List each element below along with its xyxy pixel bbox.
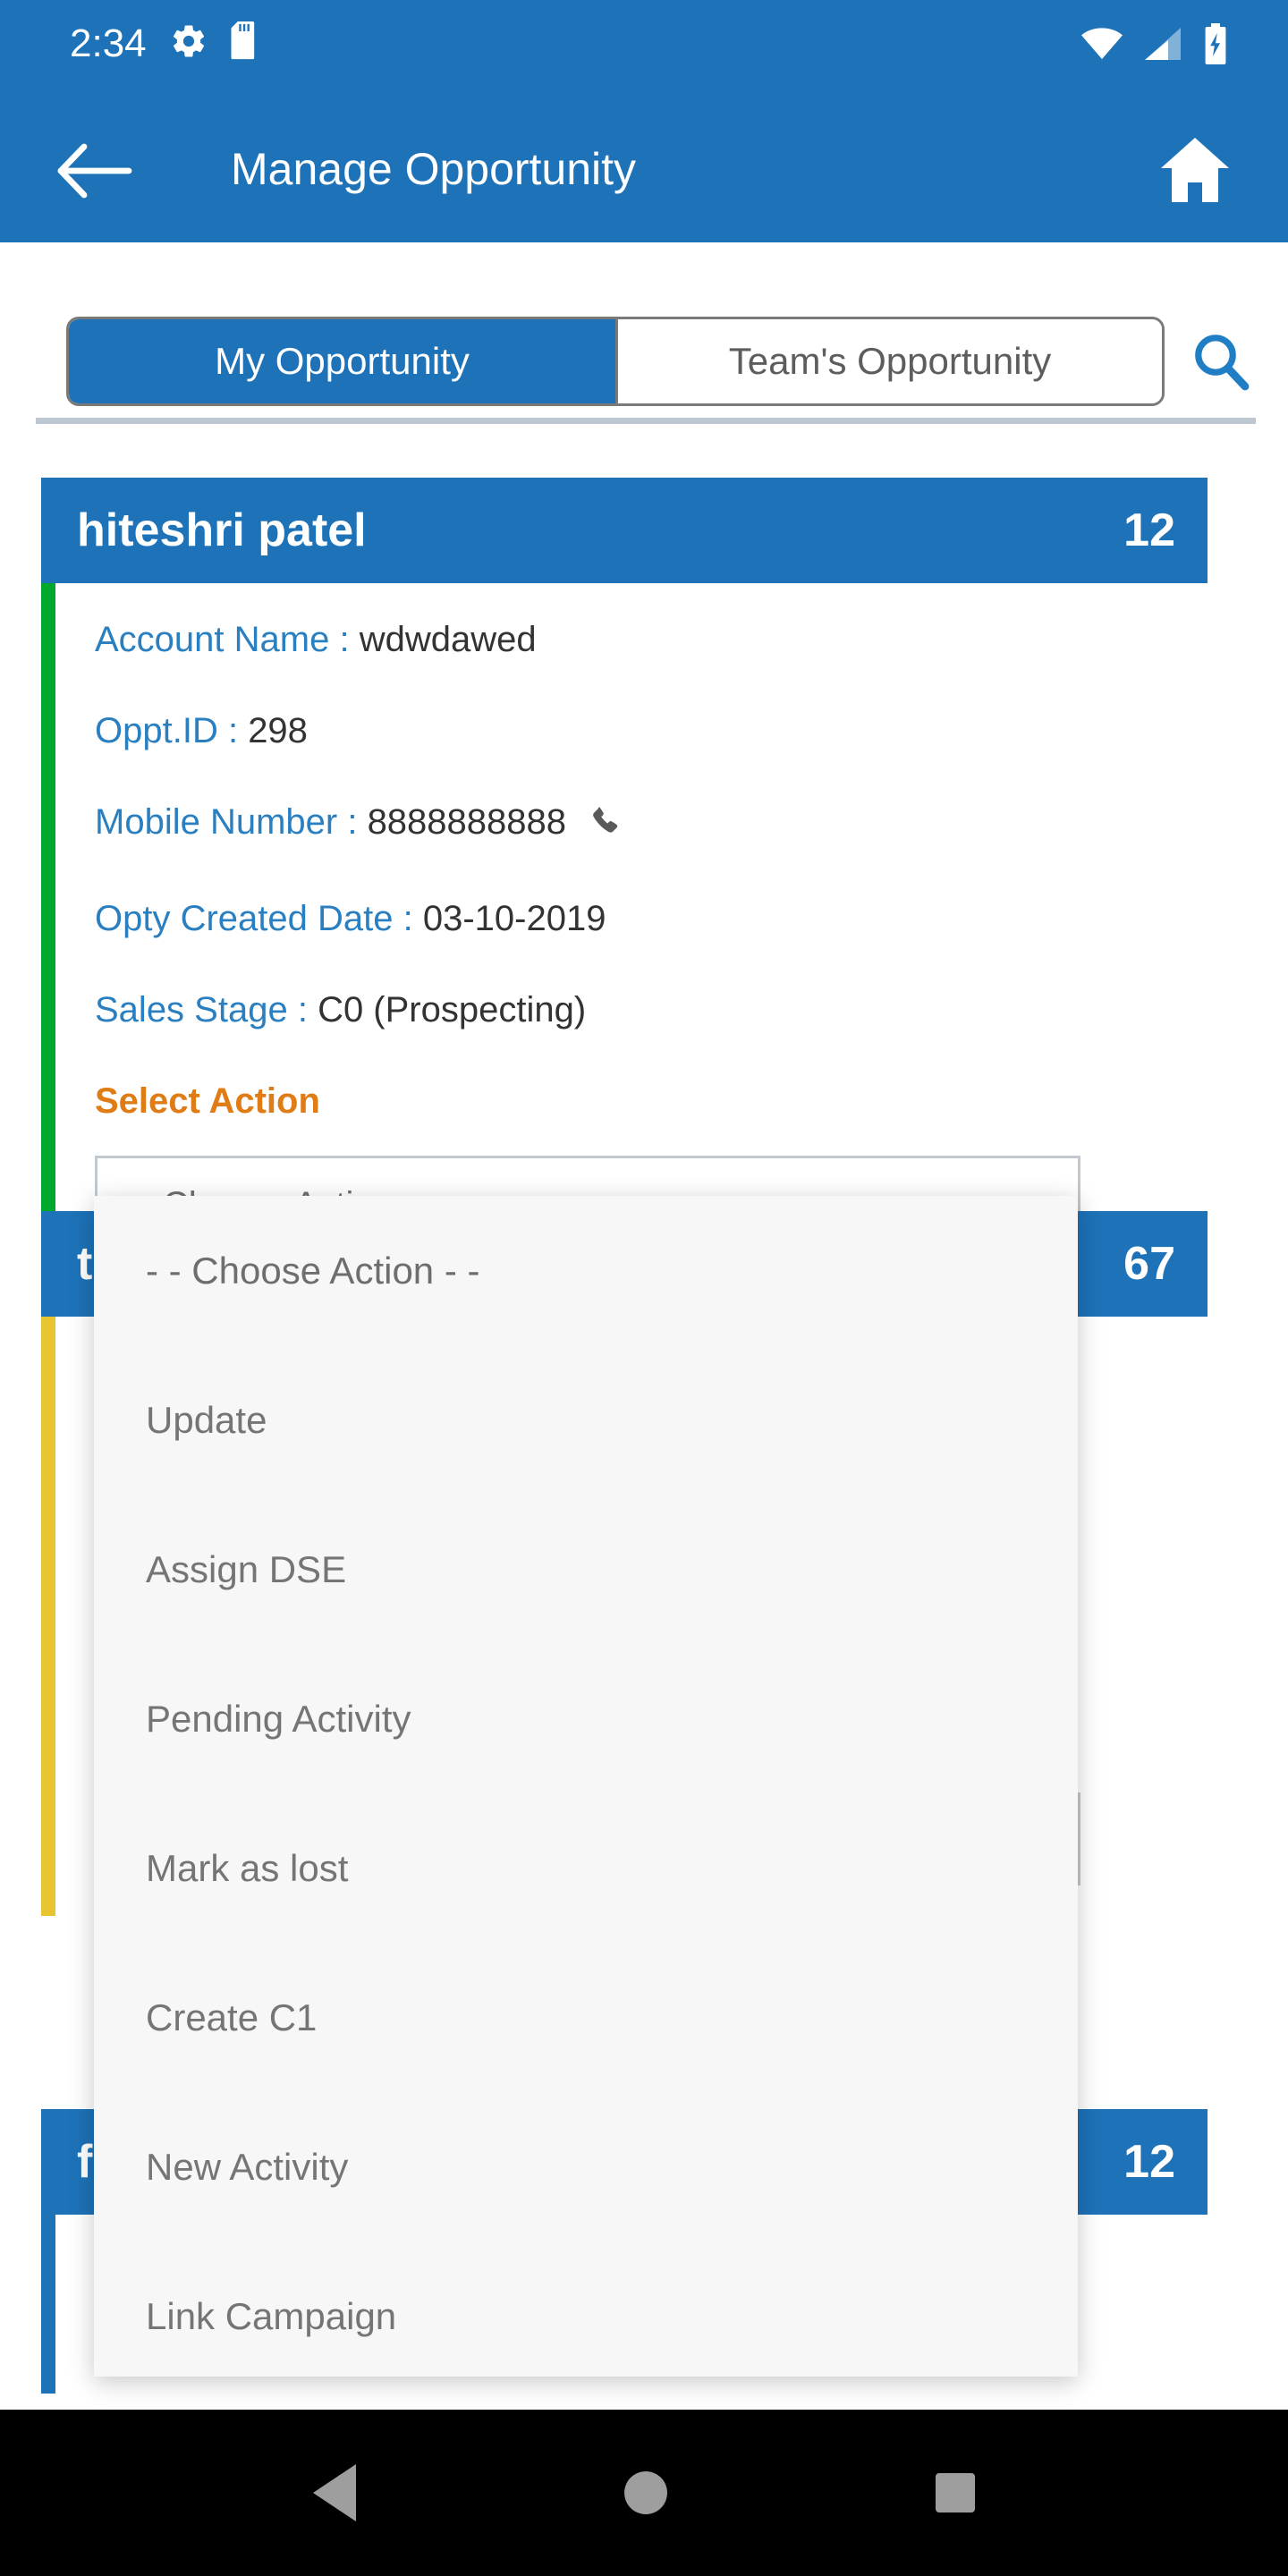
- field-sales-stage: Sales Stage : C0 (Prospecting): [95, 986, 1208, 1034]
- wifi-icon: [1080, 26, 1123, 66]
- field-label: Oppt.ID :: [95, 711, 239, 750]
- select-action-heading: Select Action: [95, 1081, 320, 1121]
- status-bar: 2:34: [0, 0, 1288, 97]
- field-oppt-id: Oppt.ID : 298: [95, 707, 1208, 755]
- dropdown-item-create-c1[interactable]: Create C1: [94, 1943, 1078, 2092]
- dropdown-item-update[interactable]: Update: [94, 1345, 1078, 1495]
- tab-my-opportunity-label: My Opportunity: [215, 340, 470, 382]
- nav-back-icon[interactable]: [313, 2464, 356, 2521]
- card-title: t: [77, 1238, 93, 1290]
- dropdown-item-new-activity[interactable]: New Activity: [94, 2092, 1078, 2241]
- card-body: Account Name : wdwdawed Oppt.ID : 298 Mo…: [41, 583, 1208, 1275]
- tab-my-opportunity[interactable]: My Opportunity: [69, 319, 615, 403]
- search-icon[interactable]: [1190, 332, 1250, 393]
- home-icon[interactable]: [1157, 134, 1233, 206]
- card-count-badge: 67: [1123, 1238, 1175, 1290]
- android-navigation-bar: [0, 2410, 1288, 2576]
- opportunity-card[interactable]: hiteshri patel 12 Account Name : wdwdawe…: [41, 478, 1208, 1275]
- dropdown-item-pending-activity[interactable]: Pending Activity: [94, 1644, 1078, 1793]
- dropdown-item-link-campaign[interactable]: Link Campaign: [94, 2241, 1078, 2377]
- status-clock: 2:34: [70, 21, 147, 65]
- field-value: 298: [248, 711, 308, 750]
- card-count-badge: 12: [1123, 504, 1175, 556]
- nav-buttons: [0, 2410, 1288, 2576]
- dropdown-item-choose-action[interactable]: - - Choose Action - -: [94, 1196, 1078, 1345]
- field-opty-created-date: Opty Created Date : 03-10-2019: [95, 894, 1208, 943]
- tab-divider: [36, 418, 1256, 424]
- field-value: wdwdawed: [359, 620, 537, 659]
- app-bar: Manage Opportunity: [0, 97, 1288, 242]
- card-accent-bar: [41, 583, 55, 1275]
- field-label: Opty Created Date :: [95, 899, 413, 938]
- tab-row: My Opportunity Team's Opportunity: [0, 242, 1288, 435]
- card-count-badge: 12: [1123, 2136, 1175, 2188]
- nav-home-icon[interactable]: [624, 2471, 667, 2514]
- dropdown-item-mark-as-lost[interactable]: Mark as lost: [94, 1793, 1078, 1943]
- field-label: Mobile Number :: [95, 802, 358, 842]
- card-accent-bar: [41, 2215, 55, 2394]
- phone-screen: 2:34 Manage Opportunity My Opportunity T…: [0, 0, 1288, 2576]
- page-title: Manage Opportunity: [231, 144, 637, 194]
- action-dropdown-menu[interactable]: - - Choose Action - - Update Assign DSE …: [94, 1196, 1078, 2377]
- back-arrow-icon[interactable]: [55, 141, 132, 200]
- field-account-name: Account Name : wdwdawed: [95, 615, 1208, 664]
- card-header[interactable]: hiteshri patel 12: [41, 478, 1208, 583]
- card-title: f: [77, 2136, 93, 2188]
- field-mobile-number: Mobile Number : 8888888888: [95, 798, 1208, 852]
- battery-charging-icon: [1202, 23, 1229, 69]
- field-label: Account Name :: [95, 620, 350, 659]
- status-bar-right: [1080, 23, 1229, 69]
- card-accent-bar: [41, 1317, 55, 1916]
- opportunity-segmented-control: My Opportunity Team's Opportunity: [66, 317, 1165, 406]
- phone-icon[interactable]: [589, 803, 624, 852]
- field-value: 8888888888: [367, 802, 567, 842]
- dropdown-item-assign-dse[interactable]: Assign DSE: [94, 1495, 1078, 1644]
- signal-icon: [1143, 26, 1182, 66]
- nav-recents-icon[interactable]: [936, 2473, 975, 2512]
- sd-card-icon: [231, 21, 261, 65]
- field-value: 03-10-2019: [422, 899, 606, 938]
- gear-icon: [170, 22, 208, 64]
- field-value: C0 (Prospecting): [318, 990, 587, 1030]
- tab-teams-opportunity-label: Team's Opportunity: [728, 340, 1052, 382]
- card-title: hiteshri patel: [77, 504, 367, 556]
- tab-teams-opportunity[interactable]: Team's Opportunity: [615, 319, 1162, 403]
- status-bar-left: 2:34: [70, 21, 261, 65]
- field-label: Sales Stage :: [95, 990, 308, 1030]
- card-fields: Account Name : wdwdawed Oppt.ID : 298 Mo…: [41, 583, 1208, 1275]
